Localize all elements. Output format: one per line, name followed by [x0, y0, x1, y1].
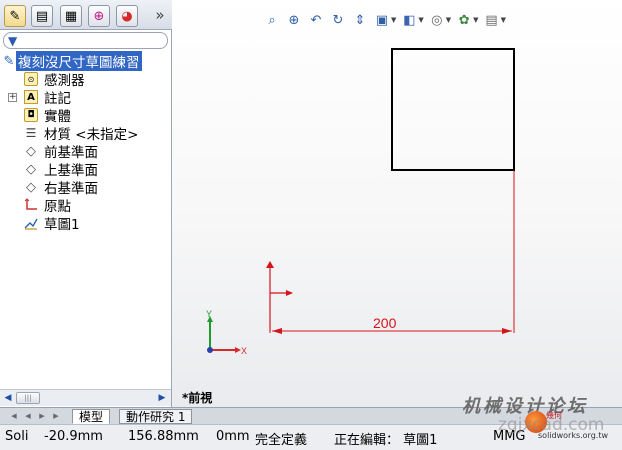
configuration-icon[interactable]: ▦ [60, 5, 82, 27]
tree-item-annotations[interactable]: + A 註記 [0, 88, 171, 107]
dimension-arrow-left [272, 328, 282, 334]
status-editing: 正在編輯： 草圖1 [334, 433, 438, 448]
feature-tree-icon[interactable]: ✎ [4, 5, 26, 27]
scroll-left-arrow-icon[interactable]: ◀ [1, 391, 15, 405]
material-icon: ☰ [25, 126, 37, 140]
tree-item-label: 草圖1 [44, 217, 80, 233]
status-bar: Soli -20.9mm 156.88mm 0mm 完全定義 正在編輯： 草圖1… [0, 424, 622, 450]
model-tabs-bar: ◀ ◀ ▶ ▶ 模型 動作研究 1 [0, 407, 622, 424]
sketch-square[interactable] [391, 48, 515, 171]
reference-triad: Y X [206, 309, 247, 356]
tree-item-label: 前基準面 [44, 145, 98, 161]
status-x-coord: -20.9mm [44, 429, 103, 444]
tree-root-label: 複刻沒尺寸草圖練習 [16, 51, 142, 71]
tree-item-label: 註記 [44, 91, 71, 107]
tree-item-solid-bodies[interactable]: ◘ 實體 [0, 106, 171, 125]
display-pie-icon[interactable]: ◕ [116, 5, 138, 27]
plane-icon: ◇ [26, 143, 36, 159]
tab-motion-study-1[interactable]: 動作研究 1 [119, 409, 193, 424]
featuremanager-panel: ✎ ▤ ▦ ⊕ ◕ » ▼ ✎ 複刻沒尺寸草圖練習 ⊙ 感測器 + A 註記 ◘… [0, 0, 172, 407]
feature-tree-glyph: ✎ [9, 8, 21, 24]
tree-item-material[interactable]: ☰ 材質 <未指定> [0, 124, 171, 143]
tree-item-label: 感測器 [44, 73, 85, 89]
dimension-value-text[interactable]: 200 [373, 315, 397, 331]
scrollbar-thumb[interactable]: ||| [16, 392, 40, 404]
annotation-icon: A [24, 90, 38, 104]
status-units[interactable]: MMG [493, 429, 526, 444]
tree-item-label: 材質 <未指定> [44, 127, 139, 143]
tree-filter-input[interactable]: ▼ [3, 32, 168, 49]
tree-item-top-plane[interactable]: ◇ 上基準面 [0, 160, 171, 180]
tree-item-label: 原點 [44, 199, 71, 215]
configuration-glyph: ▦ [64, 8, 78, 24]
tree-item-label: 實體 [44, 109, 71, 125]
tabs-more-chevron-icon[interactable]: » [152, 5, 168, 25]
status-y-coord: 156.88mm [128, 429, 199, 444]
tab-model[interactable]: 模型 [72, 409, 111, 424]
dimxpert-icon[interactable]: ⊕ [88, 5, 110, 27]
next-tab-arrow-icon[interactable]: ▶ [36, 410, 48, 422]
prev-tab-arrow-icon[interactable]: ◀ [22, 410, 34, 422]
solid-body-icon: ◘ [24, 108, 38, 122]
sketch-origin-arrow-x [286, 290, 293, 296]
dimxpert-glyph: ⊕ [93, 8, 105, 24]
tree-root-item[interactable]: ✎ 複刻沒尺寸草圖練習 [0, 51, 171, 71]
tree-item-front-plane[interactable]: ◇ 前基準面 [0, 142, 171, 162]
sketch-icon [24, 216, 38, 230]
status-z-coord: 0mm [216, 429, 250, 444]
display-glyph: ◕ [121, 8, 133, 24]
sensor-icon: ⊙ [24, 72, 38, 86]
manager-tabs: ✎ ▤ ▦ ⊕ ◕ » [0, 0, 172, 30]
triad-y-label: Y [206, 309, 212, 319]
sketch-origin-arrow-y [266, 261, 274, 268]
tree-item-origin[interactable]: 原點 [0, 196, 171, 215]
tree-item-right-plane[interactable]: ◇ 右基準面 [0, 178, 171, 198]
part-icon: ✎ [3, 53, 15, 69]
last-tab-arrow-icon[interactable]: ▶ [50, 410, 62, 422]
tree-horizontal-scrollbar[interactable]: ◀ ||| ▶ [0, 389, 171, 406]
status-app-name: Soli [5, 429, 29, 444]
tree-item-sketch1[interactable]: 草圖1 [0, 214, 171, 233]
tree-item-sensors[interactable]: ⊙ 感測器 [0, 70, 171, 89]
status-definition: 完全定義 [255, 433, 308, 448]
tree-item-label: 右基準面 [44, 181, 98, 197]
graphics-area[interactable]: ⌕ ⊕ ↶ ↻ ⇕ ▣ ▼ ◧ ▼ ◎ ▼ ✿ ▼ ▤ ▼ 200 Y X *前… [172, 0, 622, 407]
property-manager-icon[interactable]: ▤ [31, 5, 53, 27]
triad-x-label: X [241, 346, 247, 356]
plane-icon: ◇ [26, 179, 36, 195]
sketch-canvas[interactable]: 200 Y X [172, 0, 622, 407]
filter-funnel-icon: ▼ [8, 34, 18, 48]
scroll-right-arrow-icon[interactable]: ▶ [155, 391, 169, 405]
dimension-arrow-right [502, 328, 512, 334]
tree-item-label: 上基準面 [44, 163, 98, 179]
expand-plus-icon[interactable]: + [8, 93, 17, 102]
property-manager-glyph: ▤ [35, 8, 49, 24]
origin-icon [24, 198, 38, 212]
first-tab-arrow-icon[interactable]: ◀ [8, 410, 20, 422]
view-orientation-label: *前視 [182, 391, 213, 405]
plane-icon: ◇ [26, 161, 36, 177]
